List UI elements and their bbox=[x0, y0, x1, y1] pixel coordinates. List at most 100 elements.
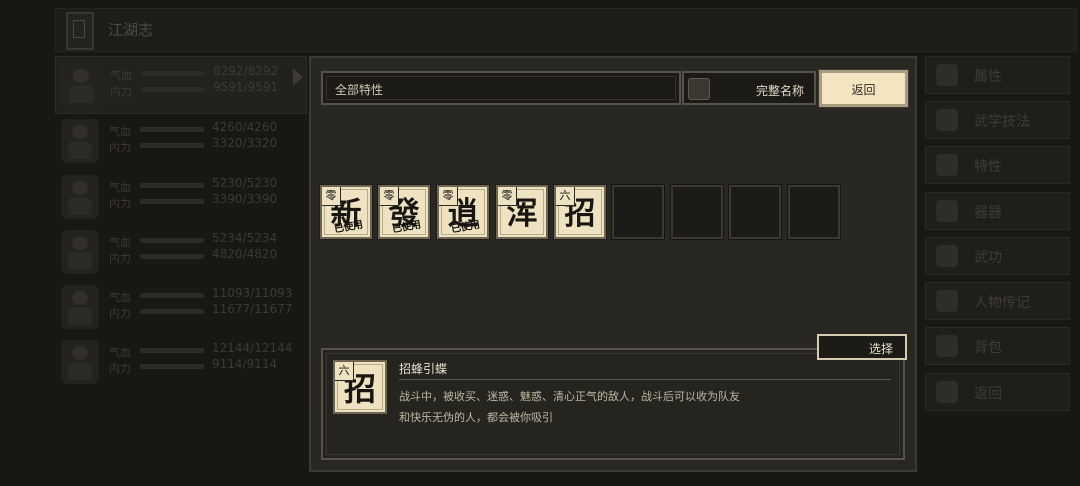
menu-attributes[interactable]: 属性 bbox=[925, 56, 1070, 94]
trait-filter-dropdown[interactable]: 全部特性 bbox=[321, 71, 681, 105]
filter-value: 全部特性 bbox=[335, 83, 384, 97]
character-portrait bbox=[61, 285, 99, 329]
page-title: 江湖志 bbox=[108, 21, 154, 39]
menu-biography[interactable]: 人物传记 bbox=[925, 282, 1070, 320]
trait-description: 战斗中，被收买、迷惑、魅惑、清心正气的敌人，战斗后可以收为队友 和快乐无伪的人，… bbox=[399, 386, 889, 428]
menu-label: 返回 bbox=[974, 386, 1002, 402]
empty-trait-slot[interactable] bbox=[787, 184, 841, 240]
door-icon bbox=[936, 381, 958, 403]
bag-icon bbox=[936, 335, 958, 357]
trait-tile-4[interactable]: 零 浑 bbox=[495, 184, 549, 240]
menu-label: 武学技法 bbox=[974, 114, 1030, 130]
character-card-2[interactable]: 气血 4260/4260 内力 3320/3320 bbox=[55, 113, 305, 169]
qi-value: 12144/12144 bbox=[212, 341, 293, 355]
nei-value: 3320/3320 bbox=[212, 136, 278, 150]
nei-label: 内力 bbox=[109, 307, 131, 320]
nei-value: 9114/9114 bbox=[212, 357, 278, 371]
menu-label: 特性 bbox=[974, 159, 1002, 175]
empty-trait-slot[interactable] bbox=[670, 184, 724, 240]
menu-label: 器器 bbox=[974, 205, 1002, 221]
trait-tile-5[interactable]: 六 招 bbox=[553, 184, 607, 240]
menu-label: 人物传记 bbox=[974, 295, 1030, 311]
character-card-1[interactable]: 气血 8292/8292 内力 9591/9591 bbox=[55, 56, 307, 114]
character-card-6[interactable]: 气血 12144/12144 内力 9114/9114 bbox=[55, 334, 305, 390]
qi-label: 气血 bbox=[109, 291, 131, 304]
nei-bar bbox=[140, 309, 204, 314]
qi-bar bbox=[140, 183, 204, 188]
qi-value: 8292/8292 bbox=[213, 64, 279, 78]
nei-bar bbox=[140, 143, 204, 148]
scroll-icon bbox=[936, 245, 958, 267]
nei-label: 内力 bbox=[110, 85, 132, 98]
checkbox[interactable] bbox=[688, 78, 710, 100]
sword-icon bbox=[936, 200, 958, 222]
nei-label: 内力 bbox=[109, 362, 131, 375]
figure-icon bbox=[936, 64, 958, 86]
nei-value: 11677/11677 bbox=[212, 302, 293, 316]
back-button[interactable]: 返回 bbox=[818, 69, 909, 108]
description-line-2: 和快乐无伪的人，都会被你吸引 bbox=[399, 411, 553, 424]
trait-tile-3[interactable]: 零 逍 已使用 bbox=[436, 184, 490, 240]
qi-label: 气血 bbox=[109, 236, 131, 249]
top-bar: 江湖志 bbox=[55, 8, 1077, 52]
qi-label: 气血 bbox=[110, 69, 132, 82]
select-button[interactable]: 选择 bbox=[817, 334, 907, 360]
full-name-label: 完整名称 bbox=[755, 84, 804, 98]
nei-bar bbox=[141, 87, 205, 92]
trait-tile-1[interactable]: 零 新 已使用 bbox=[319, 184, 373, 240]
qi-label: 气血 bbox=[109, 181, 131, 194]
nei-label: 内力 bbox=[109, 141, 131, 154]
menu-label: 背包 bbox=[974, 340, 1002, 356]
menu-kungfu[interactable]: 武功 bbox=[925, 237, 1070, 275]
character-card-4[interactable]: 气血 5234/5234 内力 4820/4820 bbox=[55, 224, 305, 280]
character-portrait bbox=[61, 230, 99, 274]
menu-back[interactable]: 返回 bbox=[925, 373, 1070, 411]
nei-bar bbox=[140, 364, 204, 369]
qi-bar bbox=[140, 238, 204, 243]
trait-grade: 零 bbox=[498, 187, 517, 206]
trait-grade: 零 bbox=[380, 187, 399, 206]
figure-icon bbox=[936, 154, 958, 176]
menu-traits[interactable]: 特性 bbox=[925, 146, 1070, 184]
character-card-5[interactable]: 气血 11093/11093 内力 11677/11677 bbox=[55, 279, 305, 335]
journal-book-icon bbox=[66, 12, 94, 50]
brush-icon bbox=[936, 290, 958, 312]
character-portrait bbox=[61, 340, 99, 384]
detail-trait-tile: 六 招 bbox=[333, 360, 387, 414]
trait-grade: 零 bbox=[439, 187, 458, 206]
full-name-toggle[interactable]: 完整名称 bbox=[682, 71, 816, 105]
divider bbox=[399, 379, 891, 380]
character-portrait bbox=[61, 119, 99, 163]
nei-value: 9591/9591 bbox=[213, 80, 279, 94]
menu-label: 武功 bbox=[974, 250, 1002, 266]
nei-value: 4820/4820 bbox=[212, 247, 278, 261]
figure-icon bbox=[936, 109, 958, 131]
back-button-label: 返回 bbox=[851, 83, 876, 97]
character-portrait bbox=[62, 63, 100, 107]
trait-grade: 六 bbox=[556, 187, 575, 206]
nei-label: 内力 bbox=[109, 252, 131, 265]
character-list: 气血 8292/8292 内力 9591/9591 气血 4260/4260 内… bbox=[55, 56, 307, 391]
menu-martial-skills[interactable]: 武学技法 bbox=[925, 101, 1070, 139]
qi-label: 气血 bbox=[109, 125, 131, 138]
select-button-label: 选择 bbox=[868, 342, 893, 356]
qi-label: 气血 bbox=[109, 346, 131, 359]
qi-value: 5234/5234 bbox=[212, 231, 278, 245]
nei-bar bbox=[140, 199, 204, 204]
character-portrait bbox=[61, 175, 99, 219]
menu-inventory[interactable]: 背包 bbox=[925, 327, 1070, 365]
empty-trait-slot[interactable] bbox=[611, 184, 665, 240]
qi-bar bbox=[141, 71, 205, 76]
menu-label: 属性 bbox=[974, 69, 1002, 85]
menu-equipment[interactable]: 器器 bbox=[925, 192, 1070, 230]
nei-value: 3390/3390 bbox=[212, 192, 278, 206]
qi-value: 11093/11093 bbox=[212, 286, 293, 300]
trait-tile-2[interactable]: 零 發 已使用 bbox=[377, 184, 431, 240]
empty-trait-slot[interactable] bbox=[728, 184, 782, 240]
trait-grade: 六 bbox=[335, 362, 354, 381]
qi-value: 4260/4260 bbox=[212, 120, 278, 134]
selected-arrow-icon bbox=[293, 68, 303, 86]
character-card-3[interactable]: 气血 5230/5230 内力 3390/3390 bbox=[55, 169, 305, 225]
qi-value: 5230/5230 bbox=[212, 176, 278, 190]
trait-name: 招蜂引蝶 bbox=[399, 362, 448, 376]
